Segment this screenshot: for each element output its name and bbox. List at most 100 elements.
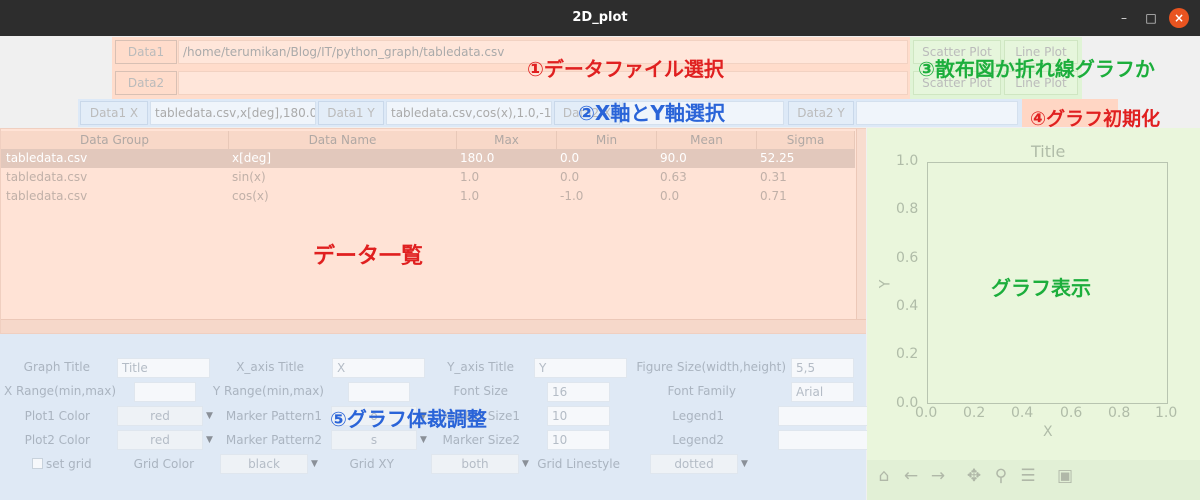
set-grid-label: set grid bbox=[46, 457, 92, 471]
plot-title: Title bbox=[1031, 142, 1066, 161]
table-cell: 52.25 bbox=[760, 151, 795, 165]
marker-size1-input[interactable]: 10 bbox=[547, 406, 610, 426]
marker2-select[interactable]: s bbox=[331, 430, 417, 450]
table-vertical-scrollbar[interactable] bbox=[856, 129, 866, 319]
column-header-min[interactable]: Min bbox=[557, 131, 657, 149]
minimize-button[interactable]: – bbox=[1114, 8, 1134, 28]
yaxis-title-label: Y_axis Title bbox=[447, 360, 514, 374]
x-tick-label: 0.8 bbox=[1108, 405, 1131, 421]
xrange-input[interactable] bbox=[134, 382, 196, 402]
xaxis-title-input[interactable]: X bbox=[332, 358, 425, 378]
table-cell: 180.0 bbox=[460, 151, 495, 165]
font-size-label: Font Size bbox=[453, 384, 508, 398]
font-family-input[interactable]: Arial bbox=[791, 382, 854, 402]
back-arrow-icon[interactable]: ← bbox=[900, 466, 922, 486]
x-tick-label: 0.0 bbox=[915, 405, 938, 421]
table-cell: tabledata.csv bbox=[6, 170, 88, 184]
data1-x-field[interactable]: tabledata.csv,x[deg],180.0,0.0,90.0,52.2… bbox=[150, 101, 316, 125]
y-tick-label: 0.4 bbox=[896, 298, 919, 314]
grid-xy-label: Grid XY bbox=[349, 457, 394, 471]
data1-y-field[interactable]: tabledata.csv,cos(x),1.0,-1.0,0.0,0.71 bbox=[386, 101, 552, 125]
chevron-down-icon[interactable]: ▼ bbox=[311, 459, 318, 469]
x-tick-label: 1.0 bbox=[1155, 405, 1178, 421]
data2-y-field[interactable] bbox=[856, 101, 1018, 125]
table-cell: -1.0 bbox=[560, 189, 584, 203]
legend2-input[interactable] bbox=[778, 430, 868, 450]
x-axis-label: X bbox=[1043, 424, 1053, 440]
column-header-sigma[interactable]: Sigma bbox=[757, 131, 855, 149]
marker2-label: Marker Pattern2 bbox=[225, 433, 322, 447]
set-grid-checkbox[interactable] bbox=[32, 458, 43, 469]
column-header-mean[interactable]: Mean bbox=[657, 131, 757, 149]
y-tick-label: 0.2 bbox=[896, 346, 919, 362]
table-cell: tabledata.csv bbox=[6, 151, 88, 165]
column-header-data-group[interactable]: Data Group bbox=[1, 131, 229, 149]
xrange-label: X Range(min,max) bbox=[4, 384, 117, 398]
chevron-down-icon[interactable]: ▼ bbox=[206, 435, 213, 445]
save-icon[interactable]: ▣ bbox=[1054, 466, 1076, 486]
xaxis-title-label: X_axis Title bbox=[236, 360, 304, 374]
table-cell: tabledata.csv bbox=[6, 189, 88, 203]
x-tick-label: 0.4 bbox=[1011, 405, 1034, 421]
grid-xy-select[interactable]: both bbox=[431, 454, 519, 474]
home-icon[interactable]: ⌂ bbox=[873, 466, 895, 486]
table-row-selected[interactable] bbox=[1, 149, 855, 168]
figure-size-label: Figure Size(width,height) bbox=[636, 360, 786, 374]
table-cell: cos(x) bbox=[232, 189, 269, 203]
x-tick-label: 0.2 bbox=[963, 405, 986, 421]
grid-linestyle-select[interactable]: dotted bbox=[650, 454, 738, 474]
font-size-input[interactable]: 16 bbox=[547, 382, 610, 402]
configure-icon[interactable]: ☰ bbox=[1017, 466, 1039, 486]
annotation-graph-format: ⑤グラフ体裁調整 bbox=[330, 407, 487, 431]
y-tick-label: 1.0 bbox=[896, 153, 919, 169]
data2-button[interactable]: Data2 bbox=[115, 71, 177, 95]
yaxis-title-input[interactable]: Y bbox=[534, 358, 627, 378]
table-cell: 1.0 bbox=[460, 170, 480, 184]
grid-color-select[interactable]: black bbox=[220, 454, 308, 474]
table-cell: sin(x) bbox=[232, 170, 266, 184]
plot2-color-select[interactable]: red bbox=[117, 430, 203, 450]
data1-x-button[interactable]: Data1 X bbox=[80, 101, 148, 125]
table-cell: 0.71 bbox=[760, 189, 787, 203]
font-family-label: Font Family bbox=[667, 384, 736, 398]
chevron-down-icon[interactable]: ▼ bbox=[522, 459, 529, 469]
x-tick-label: 0.6 bbox=[1060, 405, 1083, 421]
chevron-down-icon[interactable]: ▼ bbox=[741, 459, 748, 469]
annotation-plot-type: ③散布図か折れ線グラフか bbox=[918, 57, 1155, 81]
chevron-down-icon[interactable]: ▼ bbox=[206, 411, 213, 421]
plot1-color-select[interactable]: red bbox=[117, 406, 203, 426]
move-icon[interactable]: ✥ bbox=[963, 466, 985, 486]
table-cell: 0.0 bbox=[660, 189, 680, 203]
close-button[interactable]: × bbox=[1169, 8, 1189, 28]
plot1-color-label: Plot1 Color bbox=[24, 409, 90, 423]
legend1-input[interactable] bbox=[778, 406, 868, 426]
column-header-max[interactable]: Max bbox=[457, 131, 557, 149]
zoom-icon[interactable]: ⚲ bbox=[990, 466, 1012, 486]
graph-title-input[interactable]: Title bbox=[117, 358, 210, 378]
marker1-label: Marker Pattern1 bbox=[225, 409, 322, 423]
figure-size-input[interactable]: 5,5 bbox=[791, 358, 854, 378]
maximize-button[interactable]: □ bbox=[1141, 8, 1161, 28]
forward-arrow-icon[interactable]: → bbox=[927, 466, 949, 486]
column-header-data-name[interactable]: Data Name bbox=[229, 131, 457, 149]
data2-y-button[interactable]: Data2 Y bbox=[788, 101, 854, 125]
annotation-graph-view: グラフ表示 bbox=[991, 276, 1091, 300]
table-cell: 0.63 bbox=[660, 170, 687, 184]
marker-size2-label: Marker Size2 bbox=[442, 433, 520, 447]
y-tick-label: 0.6 bbox=[896, 250, 919, 266]
table-cell: 0.0 bbox=[560, 170, 580, 184]
table-cell: 1.0 bbox=[460, 189, 480, 203]
table-horizontal-scrollbar[interactable] bbox=[1, 319, 866, 333]
table-cell: x[deg] bbox=[232, 151, 272, 165]
data1-y-button[interactable]: Data1 Y bbox=[318, 101, 384, 125]
data1-button[interactable]: Data1 bbox=[115, 40, 177, 64]
chevron-down-icon[interactable]: ▼ bbox=[420, 435, 427, 445]
yrange-input[interactable] bbox=[348, 382, 410, 402]
table-cell: 0.0 bbox=[560, 151, 580, 165]
table-cell: 0.31 bbox=[760, 170, 787, 184]
grid-color-label: Grid Color bbox=[133, 457, 194, 471]
marker-size2-input[interactable]: 10 bbox=[547, 430, 610, 450]
window-title: 2D_plot bbox=[572, 10, 628, 25]
annotation-data-list: データ一覧 bbox=[313, 244, 424, 269]
graph-title-label: Graph Title bbox=[23, 360, 90, 374]
